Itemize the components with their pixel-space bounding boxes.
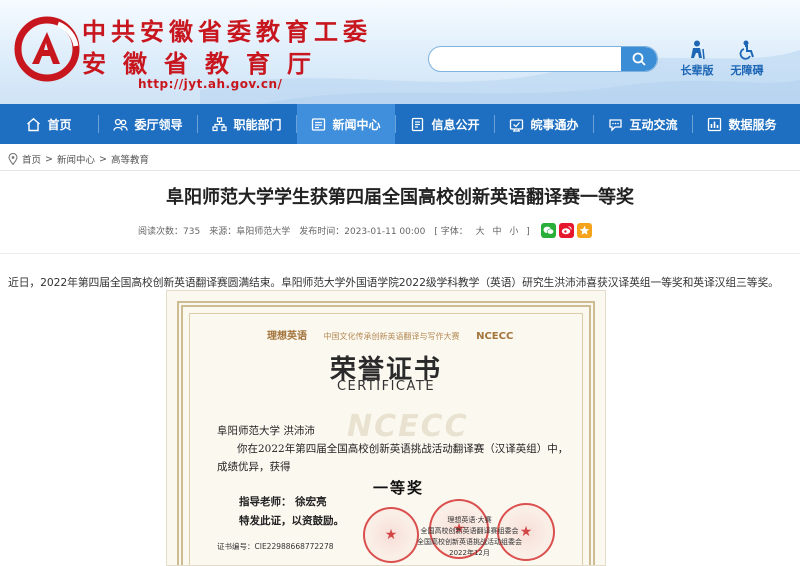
certificate-watermark: NCECC <box>347 409 469 444</box>
certificate-prize: 一等奖 <box>373 479 425 497</box>
nav-item-departments[interactable]: 职能部门 <box>198 104 296 144</box>
date-info: 发布时间：2023-01-11 00:00 <box>299 224 425 237</box>
organizer-line: 2022年12月 <box>449 549 490 557</box>
breadcrumb-separator: > <box>99 153 107 165</box>
nav-item-label: 首页 <box>47 117 72 132</box>
breadcrumb-news[interactable]: 新闻中心 <box>57 152 95 166</box>
date-value: 2023-01-11 00:00 <box>344 226 426 237</box>
nav-item-info[interactable]: 信息公开 <box>396 104 494 144</box>
breadcrumb-home[interactable]: 首页 <box>22 152 41 166</box>
home-icon <box>27 117 41 131</box>
weibo-icon <box>561 225 572 234</box>
location-pin-icon <box>8 153 18 165</box>
news-icon <box>312 117 326 131</box>
site-title-line2: 安徽省教育厅 <box>82 49 328 78</box>
nav-item-label: 职能部门 <box>233 117 282 132</box>
certificate-logo-right: NCECC <box>476 331 514 342</box>
accessibility-label: 无障碍 <box>730 64 764 77</box>
certificate-id: 证书编号：CIE22988668772278 <box>217 542 334 551</box>
logo-icon[interactable] <box>14 16 80 82</box>
nav-item-service[interactable]: 皖事通办 <box>495 104 593 144</box>
nav-item-label: 新闻中心 <box>332 117 381 132</box>
search-icon <box>632 52 646 66</box>
nav-item-label: 皖事通办 <box>530 117 579 132</box>
share-buttons <box>540 222 592 238</box>
article-title: 阜阳师范大学学生获第四届全国高校创新英语翻译赛一等奖 <box>166 187 634 208</box>
font-size-label: [ 字体： <box>434 226 468 237</box>
accessibility-button[interactable]: 无障碍 <box>724 40 770 78</box>
weibo-share-button[interactable] <box>558 222 574 238</box>
elder-mode-button[interactable]: 长辈版 <box>674 40 720 78</box>
site-header: 中共安徽省委教育工委 安徽省教育厅 http://jyt.ah.gov.cn/ … <box>0 0 800 104</box>
search-input[interactable] <box>439 50 609 68</box>
wechat-icon <box>543 226 554 235</box>
nav-item-label: 委厅领导 <box>134 117 183 132</box>
certificate-logo-middle: 中国文化传承创新英语翻译与写作大赛 <box>323 332 460 341</box>
views-info: 阅读次数：735 <box>138 224 200 237</box>
certificate-award-note: 特发此证，以资鼓励。 <box>239 515 344 527</box>
nav-item-interact[interactable]: 互动交流 <box>594 104 692 144</box>
font-size-small[interactable]: 小 <box>509 227 518 237</box>
nav-item-home[interactable]: 首页 <box>0 104 98 144</box>
nav-item-leaders[interactable]: 委厅领导 <box>99 104 197 144</box>
article-meta: 阅读次数：735 来源：阜阳师范大学 发布时间：2023-01-11 00:00… <box>138 221 592 239</box>
font-size-medium[interactable]: 中 <box>493 227 502 237</box>
source-label: 来源： <box>209 226 237 237</box>
site-url: http://jyt.ah.gov.cn/ <box>138 77 283 91</box>
nav-item-label: 信息公开 <box>431 117 480 132</box>
info-icon <box>412 117 424 131</box>
qzone-share-button[interactable] <box>576 222 592 238</box>
nav-item-label: 数据服务 <box>728 117 777 132</box>
elder-mode-label: 长辈版 <box>680 64 714 77</box>
meta-divider <box>0 253 800 254</box>
views-label: 阅读次数： <box>138 226 184 237</box>
service-icon <box>510 118 524 132</box>
font-size-close: ] <box>526 226 530 237</box>
organizer-line: 全国高校创新英语挑战活动组委会 <box>417 538 522 546</box>
organizer-line: 理想英语·大赛 <box>447 516 492 524</box>
organizer-line: 全国高校创新英语翻译赛组委会 <box>420 527 519 535</box>
breadcrumb: 首页 > 新闻中心 > 高等教育 <box>8 151 149 167</box>
breadcrumb-divider <box>0 170 800 171</box>
certificate-recipient: 阜阳师范大学 洪沛沛 <box>217 425 315 437</box>
site-title-line1: 中共安徽省委教育工委 <box>82 17 372 46</box>
article-paragraph: 近日，2022年第四届全国高校创新英语翻译赛圆满结束。阜阳师范大学外国语学院20… <box>8 276 779 289</box>
certificate-logo-left: 理想英语 <box>267 331 307 342</box>
search-box <box>428 46 658 72</box>
font-size-switcher: [ 字体： 大 中 小 ] <box>434 224 534 237</box>
chat-icon <box>609 118 623 132</box>
departments-icon <box>212 116 228 131</box>
star-icon <box>579 225 590 235</box>
leaders-icon <box>113 118 129 131</box>
main-nav: 首页 委厅领导 职能部门 新闻中心 信息公开 皖事通办 互动交流 数据服务 <box>0 104 800 144</box>
certificate-subtitle: CERTIFICATE <box>336 379 436 394</box>
certificate-image: 理想英语 中国文化传承创新英语翻译与写作大赛 NCECC NCECC 荣誉证书 … <box>166 290 606 566</box>
breadcrumb-separator: > <box>45 153 53 165</box>
search-button[interactable] <box>621 47 657 71</box>
certificate-logos: 理想英语 中国文化传承创新英语翻译与写作大赛 NCECC <box>267 327 513 342</box>
certificate-line1: 你在2022年第四届全国高校创新英语挑战活动翻译赛（汉译英组）中， <box>237 443 569 455</box>
nav-item-news[interactable]: 新闻中心 <box>297 104 395 144</box>
nav-item-data[interactable]: 数据服务 <box>693 104 791 144</box>
elder-icon <box>691 40 705 60</box>
views-count: 735 <box>183 226 201 237</box>
certificate-organizers: 理想英语·大赛 全国高校创新英语翻译赛组委会 全国高校创新英语挑战活动组委会 2… <box>417 515 522 559</box>
wechat-share-button[interactable] <box>540 222 556 238</box>
source-value: 阜阳师范大学 <box>236 226 291 237</box>
data-icon <box>708 117 722 131</box>
nav-item-label: 互动交流 <box>629 117 678 132</box>
font-size-large[interactable]: 大 <box>476 227 485 237</box>
accessibility-icon <box>739 40 754 60</box>
red-seal-1: ★ <box>363 507 419 563</box>
date-label: 发布时间： <box>299 226 345 237</box>
source-info: 来源：阜阳师范大学 <box>209 224 290 237</box>
breadcrumb-higher-education[interactable]: 高等教育 <box>111 152 149 166</box>
certificate-line2: 成绩优异，获得 <box>217 461 291 473</box>
certificate-advisor: 指导老师： 徐宏亮 <box>239 496 327 508</box>
